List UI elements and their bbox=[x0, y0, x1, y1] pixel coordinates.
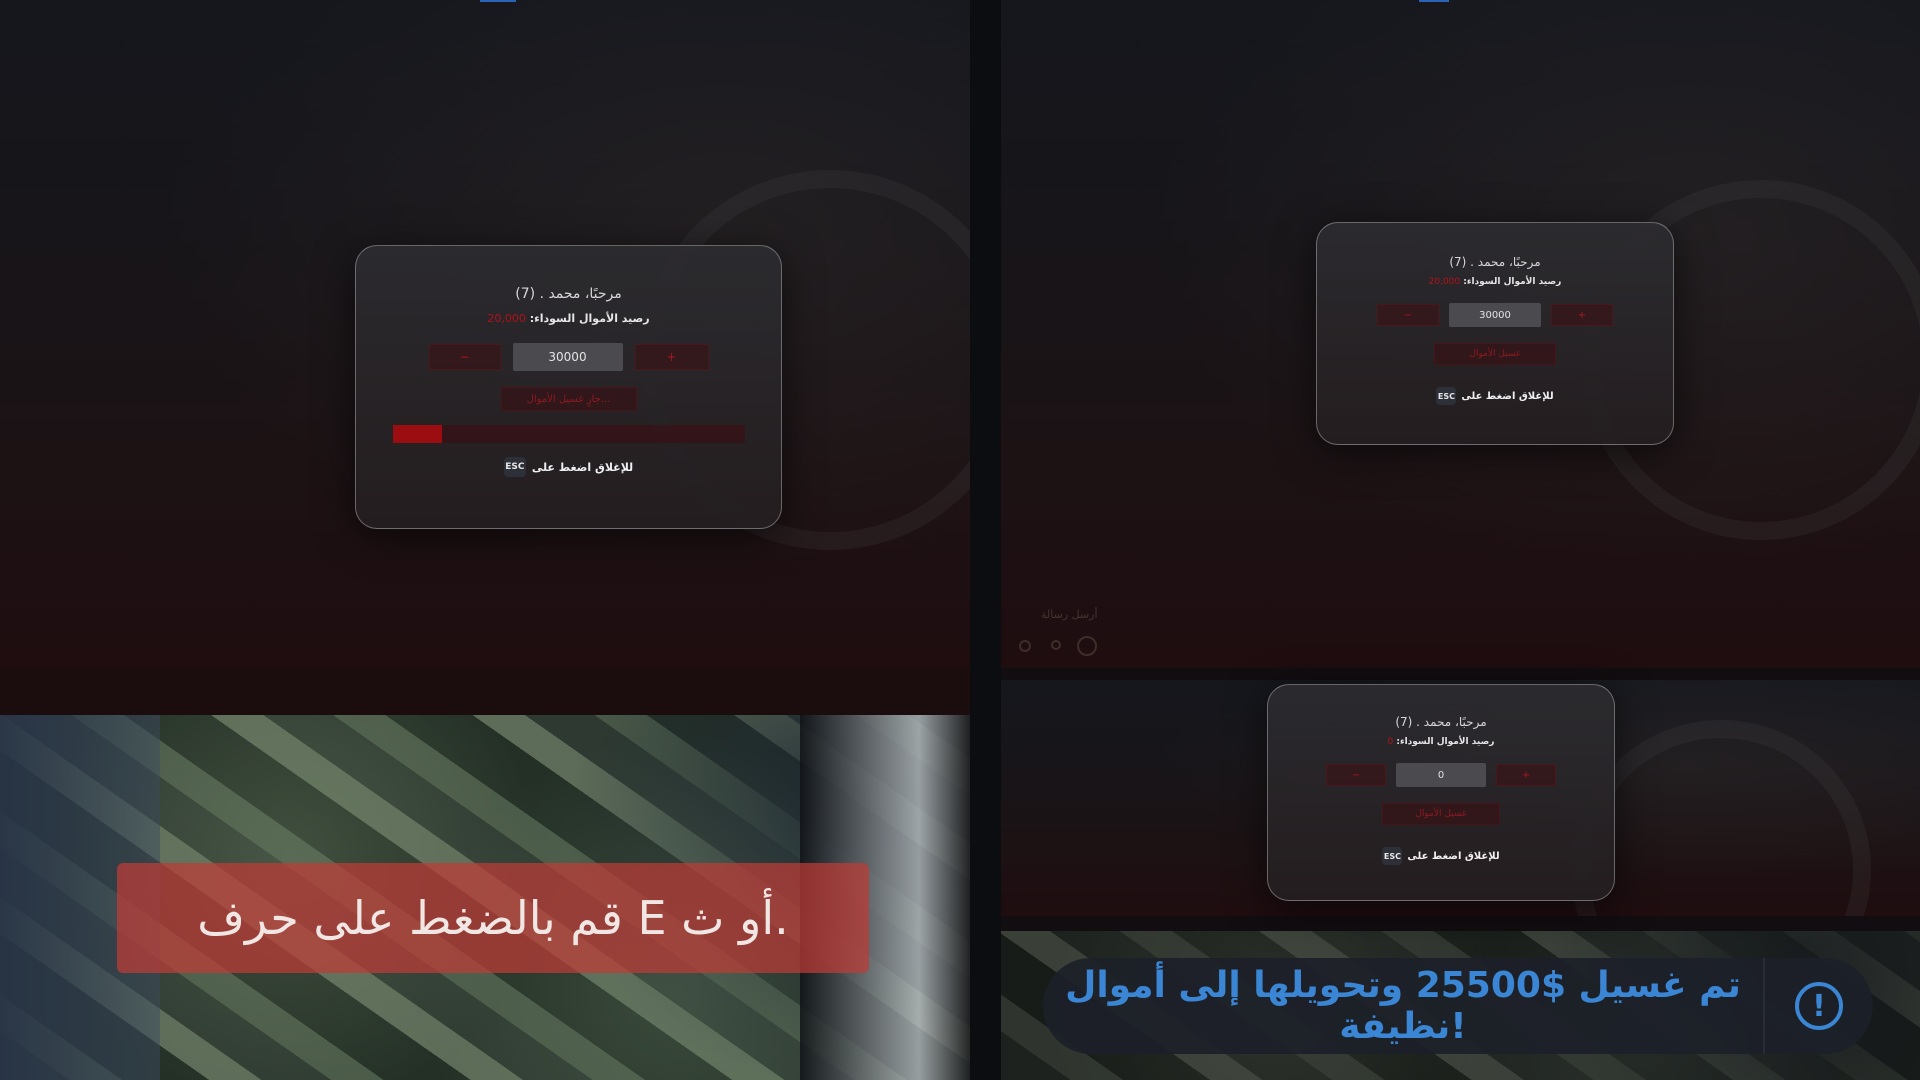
notification-toast: تم غسيل $25500 وتحويلها إلى أموال نظيفة!… bbox=[1043, 958, 1873, 1054]
close-hint-text: للإغلاق اضغط على bbox=[1461, 390, 1554, 402]
balance-value: 20,000 bbox=[1428, 277, 1461, 287]
panel-divider bbox=[970, 0, 1001, 1080]
increase-button[interactable]: + bbox=[634, 344, 709, 370]
launder-button[interactable]: غسيل الأموال bbox=[1382, 803, 1500, 825]
balance-label: رصيد الأموال السوداء: bbox=[1463, 277, 1562, 287]
balance-value: 20,000 bbox=[487, 312, 526, 325]
amount-controls: − 0 + bbox=[1268, 763, 1614, 787]
panel-gap bbox=[1001, 668, 1920, 680]
close-hint: ESC للإغلاق اضغط على bbox=[356, 457, 781, 477]
close-hint-text: للإغلاق اضغط على bbox=[531, 460, 634, 474]
interaction-hint-banner: قم بالضغط على حرف E أو ث. bbox=[117, 863, 869, 973]
balance-label: رصيد الأموال السوداء: bbox=[529, 312, 650, 325]
black-money-balance: رصيد الأموال السوداء: 0 bbox=[1268, 737, 1614, 747]
balance-value: 0 bbox=[1387, 737, 1394, 747]
notification-icon-wrap: ! bbox=[1765, 982, 1873, 1030]
exclamation-circle-icon: ! bbox=[1795, 982, 1843, 1030]
dialog-title: مرحبًا، محمد . (7) bbox=[515, 286, 622, 302]
panel-gap bbox=[0, 668, 970, 715]
amount-controls: − 30000 + bbox=[356, 343, 781, 371]
launder-dialog: مرحبًا، محمد . (7) رصيد الأموال السوداء:… bbox=[355, 245, 782, 529]
dialog-title: مرحبًا، محمد . (7) bbox=[1395, 715, 1487, 729]
launder-progress-fill bbox=[392, 425, 442, 443]
top-indicator bbox=[1419, 0, 1449, 2]
hud-icon bbox=[1019, 640, 1031, 652]
amount-input[interactable]: 30000 bbox=[1449, 303, 1541, 327]
launder-button[interactable]: جارٍ غسيل الأموال... bbox=[500, 387, 637, 411]
decrease-button[interactable]: − bbox=[428, 344, 501, 370]
amount-input[interactable]: 30000 bbox=[512, 343, 623, 371]
black-money-balance: رصيد الأموال السوداء: 20,000 bbox=[1317, 277, 1673, 287]
close-hint: ESC للإغلاق اضغط على bbox=[1317, 387, 1673, 405]
amount-controls: − 30000 + bbox=[1317, 303, 1673, 327]
decrease-button[interactable]: − bbox=[1377, 304, 1439, 326]
dialog-title: مرحبًا، محمد . (7) bbox=[1449, 255, 1541, 269]
washer-background bbox=[1571, 720, 1871, 916]
top-indicator bbox=[480, 0, 516, 2]
launder-dialog: مرحبًا، محمد . (7) رصيد الأموال السوداء:… bbox=[1267, 684, 1615, 901]
hud-icon bbox=[1077, 636, 1097, 656]
chat-hint: أرسل رسالة bbox=[1041, 608, 1098, 621]
launder-dialog: مرحبًا، محمد . (7) رصيد الأموال السوداء:… bbox=[1316, 222, 1674, 445]
increase-button[interactable]: + bbox=[1496, 764, 1556, 786]
esc-key-badge: ESC bbox=[1436, 387, 1457, 405]
increase-button[interactable]: + bbox=[1551, 304, 1613, 326]
close-hint: ESC للإغلاق اضغط على bbox=[1268, 847, 1614, 865]
launder-progress-bar bbox=[392, 425, 745, 443]
launder-button[interactable]: غسيل الأموال bbox=[1434, 343, 1556, 365]
black-money-balance: رصيد الأموال السوداء: 20,000 bbox=[356, 312, 781, 325]
hud-icon bbox=[1051, 640, 1061, 650]
amount-input[interactable]: 0 bbox=[1396, 763, 1486, 787]
esc-key-badge: ESC bbox=[1382, 847, 1403, 865]
notification-text: تم غسيل $25500 وتحويلها إلى أموال نظيفة! bbox=[1065, 965, 1741, 1047]
esc-key-badge: ESC bbox=[503, 457, 526, 477]
decrease-button[interactable]: − bbox=[1326, 764, 1386, 786]
close-hint-text: للإغلاق اضغط على bbox=[1407, 850, 1500, 862]
balance-label: رصيد الأموال السوداء: bbox=[1396, 737, 1495, 747]
panel-gap bbox=[1001, 916, 1920, 931]
